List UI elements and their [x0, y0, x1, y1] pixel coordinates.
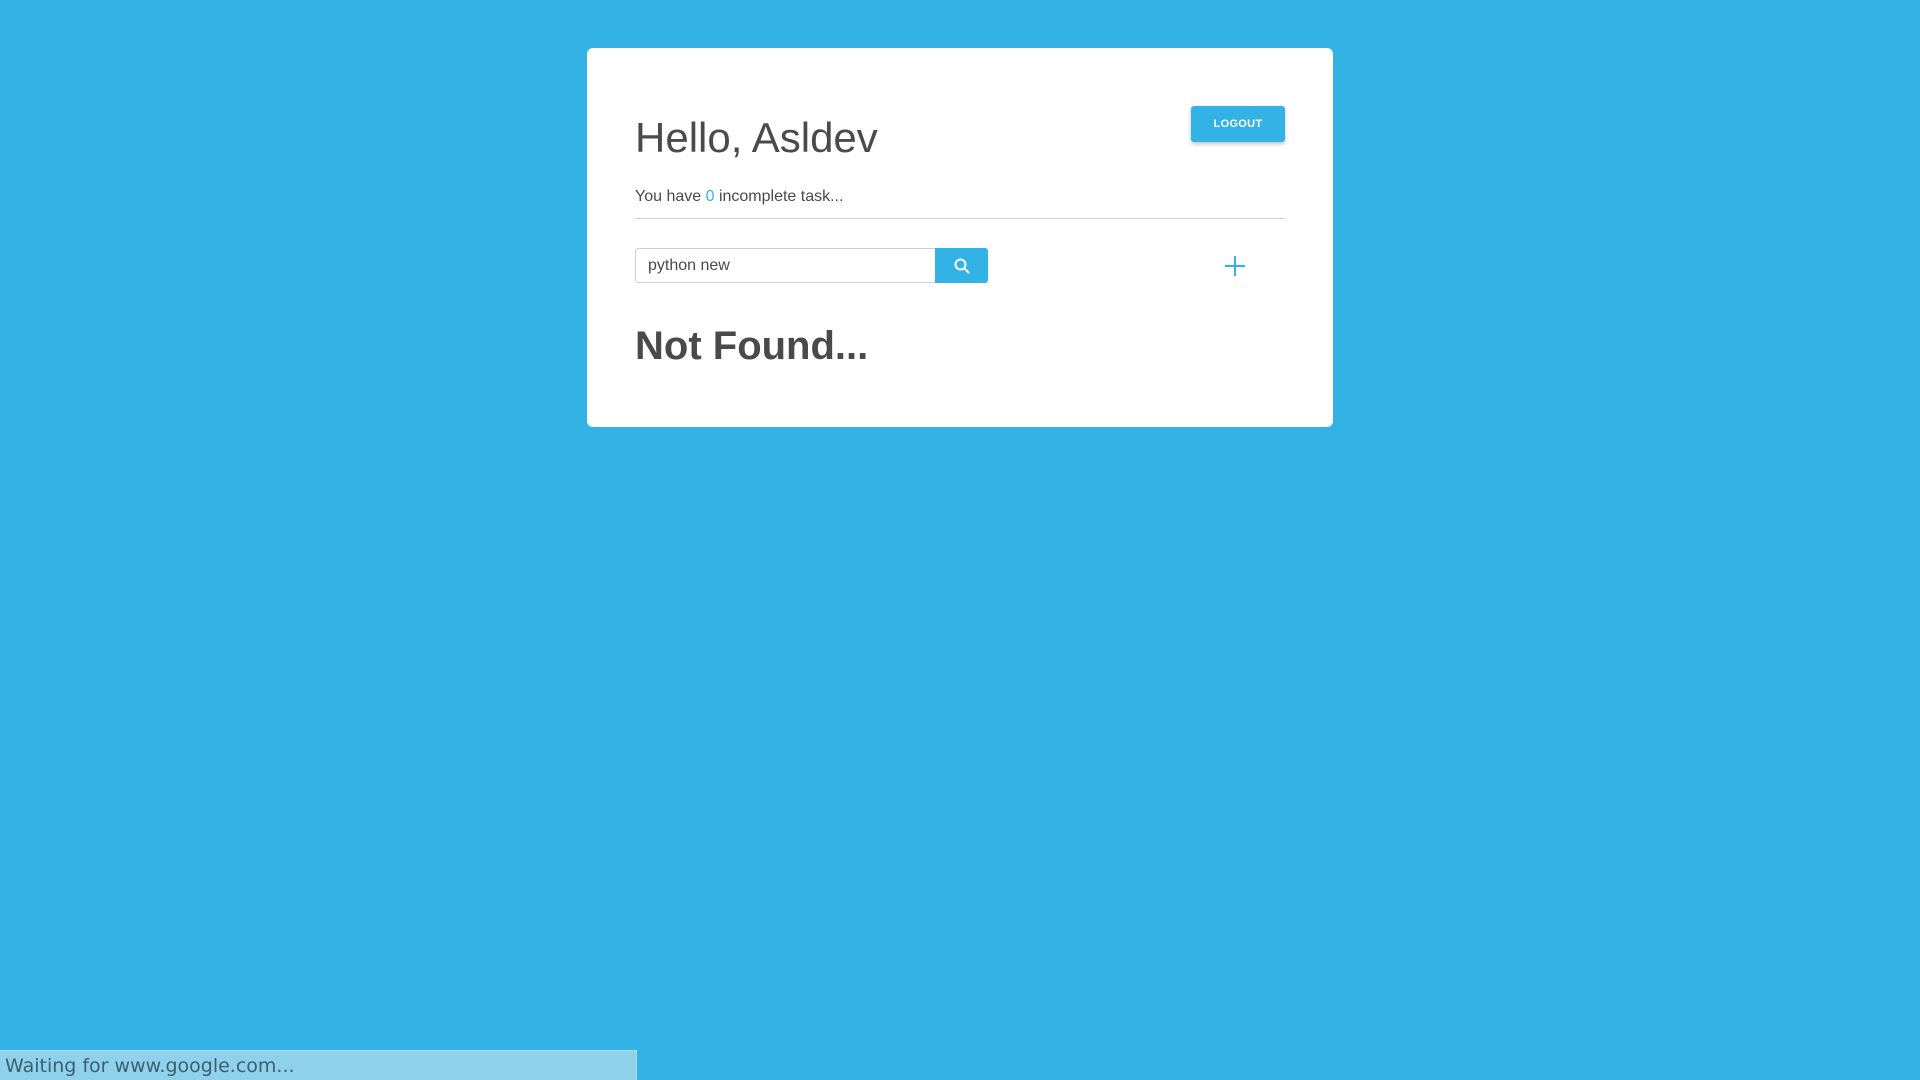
task-summary-prefix: You have [635, 188, 706, 205]
browser-status-bar: Waiting for www.google.com... [0, 1050, 637, 1080]
plus-icon [1223, 254, 1247, 278]
incomplete-task-count: 0 [705, 188, 715, 205]
incomplete-task-summary: You have 0 incomplete task... [635, 188, 843, 206]
task-summary-suffix: incomplete task... [714, 188, 844, 205]
task-card: Hello, Asldev LOGOUT You have 0 incomple… [587, 48, 1333, 427]
search-button[interactable] [935, 248, 988, 283]
add-task-button[interactable] [1217, 248, 1253, 284]
logout-button[interactable]: LOGOUT [1191, 106, 1285, 142]
not-found-message: Not Found... [635, 324, 869, 368]
search-bar [635, 248, 988, 283]
divider [635, 218, 1285, 219]
search-icon [954, 258, 970, 274]
page-title: Hello, Asldev [635, 114, 878, 161]
search-input[interactable] [635, 248, 935, 283]
